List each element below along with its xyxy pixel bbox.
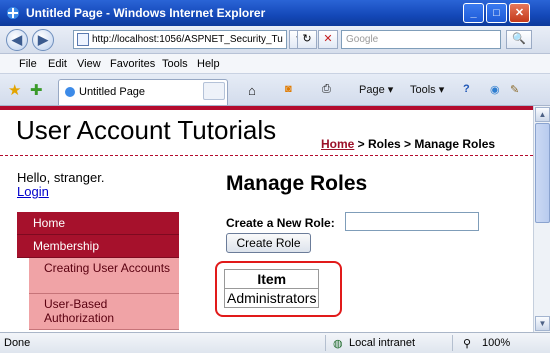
site-title: User Account Tutorials: [16, 115, 277, 145]
tab-label: Untitled Page: [79, 86, 146, 98]
menu-file[interactable]: File: [19, 58, 37, 70]
zoom-level[interactable]: 100%: [482, 337, 510, 349]
greeting-text: Hello, stranger.: [17, 170, 105, 185]
menu-item-home[interactable]: Home: [17, 212, 179, 235]
address-bar: ◀ ▶ http://localhost:1056/ASPNET_Securit…: [0, 26, 550, 54]
scroll-down-icon[interactable]: ▼: [535, 316, 550, 331]
refresh-button[interactable]: ↻: [297, 30, 317, 49]
help-icon[interactable]: ?: [463, 83, 470, 95]
back-button[interactable]: ◀: [6, 29, 28, 51]
url-text: http://localhost:1056/ASPNET_Security_Tu: [92, 34, 283, 45]
role-name-input[interactable]: [345, 212, 479, 231]
page-heading: Manage Roles: [226, 172, 368, 195]
status-bar: Done ◍ Local intranet ⚲ 100%: [0, 332, 550, 353]
search-icon[interactable]: 🔍: [506, 30, 532, 49]
menu-item-creating-user-accounts[interactable]: Creating User Accounts: [29, 258, 179, 294]
menu-item-membership[interactable]: Membership: [17, 235, 179, 258]
home-icon[interactable]: ⌂: [248, 83, 256, 98]
login-link[interactable]: Login: [17, 184, 49, 199]
zone-text: Local intranet: [349, 337, 416, 349]
create-role-label: Create a New Role:: [226, 216, 335, 230]
create-role-button[interactable]: Create Role: [226, 233, 311, 253]
vertical-scrollbar[interactable]: ▲ ▼: [533, 106, 550, 332]
print-icon[interactable]: ⎙: [322, 83, 331, 96]
close-button[interactable]: ✕: [509, 3, 530, 23]
title-bar: Untitled Page - Windows Internet Explore…: [0, 0, 550, 26]
table-row: Administrators: [223, 288, 320, 308]
tools-menu[interactable]: Tools ▾: [410, 83, 444, 96]
favorites-star-icon[interactable]: ★: [8, 81, 21, 99]
status-divider: [452, 335, 453, 351]
breadcrumb: Home > Roles > Manage Roles: [321, 137, 495, 151]
research-icon[interactable]: ◉: [490, 83, 500, 96]
breadcrumb-trail: > Roles > Manage Roles: [354, 137, 496, 151]
page-icon: [77, 33, 89, 46]
feeds-icon[interactable]: ◙: [285, 83, 292, 95]
table-header: Item: [223, 269, 320, 289]
window-title: Untitled Page - Windows Internet Explore…: [26, 6, 266, 20]
messenger-icon[interactable]: ✎: [510, 83, 519, 96]
page-menu[interactable]: Page ▾: [359, 83, 393, 96]
page-content: User Account Tutorials Home > Roles > Ma…: [0, 106, 533, 332]
status-divider: [325, 335, 326, 351]
menu-view[interactable]: View: [77, 58, 101, 70]
scroll-up-icon[interactable]: ▲: [535, 107, 550, 122]
menu-favorites[interactable]: Favorites: [110, 58, 155, 70]
header-divider: [0, 155, 533, 156]
search-input[interactable]: Google: [341, 30, 501, 49]
roles-table: Item Administrators: [223, 269, 320, 308]
breadcrumb-home-link[interactable]: Home: [321, 137, 354, 151]
menu-edit[interactable]: Edit: [48, 58, 67, 70]
menu-item-user-based-authorization[interactable]: User-Based Authorization: [29, 294, 179, 330]
ie-icon: [7, 7, 19, 19]
intranet-icon: ◍: [333, 338, 343, 350]
forward-button[interactable]: ▶: [32, 29, 54, 51]
new-tab-button[interactable]: [203, 82, 225, 100]
maximize-button[interactable]: □: [486, 3, 507, 23]
menu-bar: File Edit View Favorites Tools Help: [0, 54, 550, 74]
ie-tab-icon: [65, 87, 75, 97]
protected-mode-icon: ⚲: [463, 338, 472, 350]
menu-tools[interactable]: Tools: [162, 58, 188, 70]
add-favorite-icon[interactable]: ✚: [30, 81, 43, 99]
url-field[interactable]: http://localhost:1056/ASPNET_Security_Tu: [73, 30, 287, 49]
stop-button[interactable]: ✕: [318, 30, 338, 49]
scroll-thumb[interactable]: [535, 123, 550, 223]
site-menu: Home Membership Creating User Accounts U…: [17, 212, 179, 330]
status-text: Done: [4, 337, 31, 349]
menu-help[interactable]: Help: [197, 58, 220, 70]
tab-bar: ★ ✚ Untitled Page ⌂ ◙ ⎙ Page ▾ Tools ▾ ?…: [0, 74, 550, 106]
minimize-button[interactable]: _: [463, 3, 484, 23]
header-accent-line: [0, 106, 533, 110]
